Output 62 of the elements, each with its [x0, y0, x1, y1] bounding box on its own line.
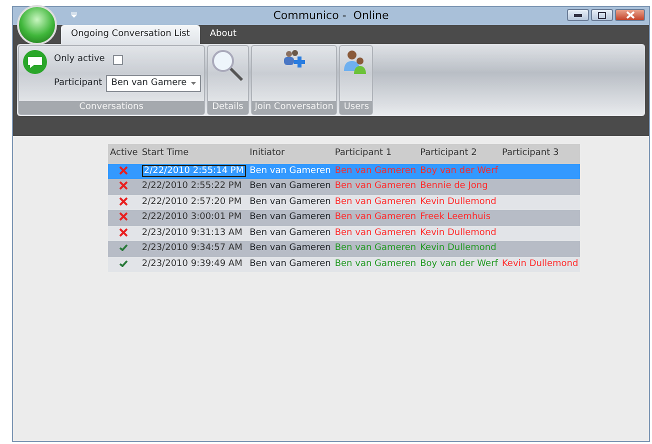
- participant-dropdown[interactable]: Ben van Gamere: [106, 74, 201, 92]
- column-header[interactable]: Active: [108, 144, 140, 164]
- table-cell: Boy van der Werf: [418, 256, 500, 272]
- table-cell: Ben van Gameren: [332, 194, 418, 210]
- table-row[interactable]: 2/22/2010 3:00:01 PM Ben van Gameren Ben van Gameren Freek Leemhuis: [108, 210, 580, 226]
- close-button[interactable]: [615, 9, 645, 21]
- table-cell: Ben van Gameren: [248, 194, 333, 210]
- table-row[interactable]: 2/23/2010 9:39:49 AM Ben van Gameren Ben van Gameren Boy van der Werf Kevin Dullemond: [108, 256, 580, 272]
- group-label: Conversations: [19, 101, 204, 114]
- table-cell: Ben van Gameren: [332, 256, 418, 272]
- table-cell: 2/23/2010 9:34:57 AM: [142, 243, 242, 253]
- table-cell: 2/22/2010 2:57:20 PM: [142, 196, 242, 206]
- table-row[interactable]: 2/22/2010 2:57:20 PM Ben van Gameren Ben van Gameren Kevin Dullemond: [108, 194, 580, 210]
- maximize-icon: [598, 12, 606, 18]
- group-label: Users: [340, 101, 372, 114]
- table-cell: Ben van Gameren: [248, 241, 333, 256]
- only-active-label: Only active: [54, 53, 105, 66]
- table-cell: Ben van Gameren: [332, 179, 418, 194]
- table-cell: Kevin Dullemond: [418, 194, 500, 210]
- column-header[interactable]: Start Time: [140, 144, 248, 164]
- table-cell: 2/23/2010 9:39:49 AM: [142, 258, 242, 268]
- table-cell: Ben van Gameren: [248, 179, 333, 194]
- table-cell: Ben van Gameren: [248, 210, 333, 226]
- group-label: Join Conversation: [252, 101, 336, 114]
- table-cell: Ben van Gameren: [248, 256, 333, 272]
- table-cell: 2/22/2010 3:00:01 PM: [142, 212, 242, 222]
- ribbon-tab[interactable]: Ongoing Conversation List: [61, 24, 200, 44]
- caret-icon: [190, 82, 196, 85]
- application-orb[interactable]: [17, 5, 57, 45]
- table-cell: 2/22/2010 2:55:22 PM: [142, 181, 242, 191]
- table-cell: Ben van Gameren: [332, 241, 418, 256]
- column-header[interactable]: Participant 3: [500, 144, 580, 164]
- table-cell: Freek Leemhuis: [418, 210, 500, 226]
- column-header[interactable]: Participant 1: [332, 144, 418, 164]
- column-header[interactable]: Initiator: [248, 144, 333, 164]
- close-icon: [626, 11, 634, 19]
- group-label: Details: [208, 101, 248, 114]
- table-cell: Ben van Gameren: [248, 164, 333, 179]
- table-cell: Kevin Dullemond: [500, 256, 580, 272]
- table-cell: Ben van Gameren: [332, 210, 418, 226]
- magnifier-icon: [210, 49, 245, 83]
- table-cell: Kevin Dullemond: [418, 226, 500, 241]
- table-cell: Bennie de Jong: [418, 179, 500, 194]
- table-row[interactable]: 2/23/2010 9:31:13 AM Ben van Gameren Ben van Gameren Kevin Dullemond: [108, 226, 580, 241]
- table-cell: Kevin Dullemond: [418, 241, 500, 256]
- only-active-checkbox[interactable]: [112, 54, 123, 65]
- minimize-button[interactable]: [567, 9, 589, 21]
- window-title: Communico - Online: [273, 8, 389, 24]
- table-cell: Ben van Gameren: [332, 226, 418, 241]
- chat-icon: [22, 49, 48, 75]
- table-cell: 2/23/2010 9:31:13 AM: [142, 228, 242, 238]
- table-row[interactable]: 2/23/2010 9:34:57 AM Ben van Gameren Ben van Gameren Kevin Dullemond: [108, 241, 580, 256]
- ribbon-tab[interactable]: About: [200, 24, 246, 44]
- participant-label: Participant: [54, 76, 102, 90]
- minimize-icon: [574, 14, 582, 16]
- table-cell: 2/22/2010 2:55:14 PM: [142, 164, 246, 176]
- table-cell: Ben van Gameren: [332, 164, 418, 179]
- table-cell: Ben van Gameren: [248, 226, 333, 241]
- table-row[interactable]: 2/22/2010 2:55:22 PM Ben van Gameren Ben van Gameren Bennie de Jong: [108, 179, 580, 194]
- table-cell: Boy van der Werf: [418, 164, 500, 179]
- maximize-button[interactable]: [591, 9, 613, 21]
- column-header[interactable]: Participant 2: [418, 144, 500, 164]
